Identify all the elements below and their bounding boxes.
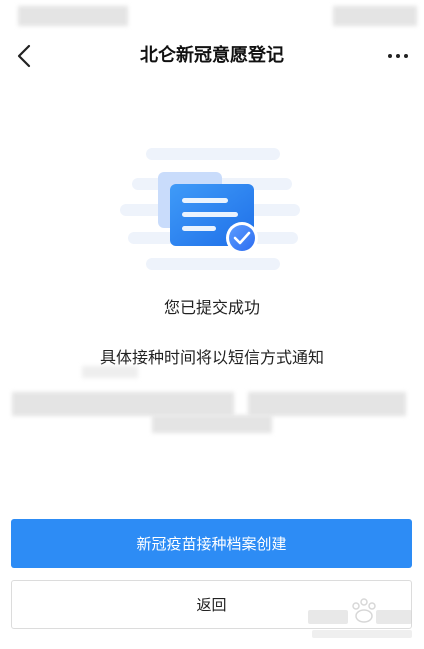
blurred-info-line [152,415,272,433]
page-title: 北仑新冠意愿登记 [140,45,284,66]
status-bar [0,0,424,34]
more-button[interactable] [378,38,418,74]
success-title: 您已提交成功 [163,298,260,317]
nav-bar: 北仑新冠意愿登记 [0,34,424,78]
watermark-logo [308,598,412,638]
create-vaccine-record-button[interactable]: 新冠疫苗接种档案创建 [11,519,412,568]
back-button[interactable] [6,38,42,74]
chevron-left-icon [17,44,31,68]
more-horizontal-icon-dot [388,54,392,58]
notice-text: 具体接种时间将以短信方式通知 [99,348,324,367]
status-bar-left-blurred [18,6,128,26]
blurred-text-fragment [82,366,138,378]
blurred-info-line [248,392,406,416]
status-bar-right-blurred [333,6,417,26]
submitted-illustration-icon [120,148,300,270]
more-horizontal-icon-dot [404,54,408,58]
blurred-info-line [12,392,234,416]
more-horizontal-icon-dot [396,54,400,58]
